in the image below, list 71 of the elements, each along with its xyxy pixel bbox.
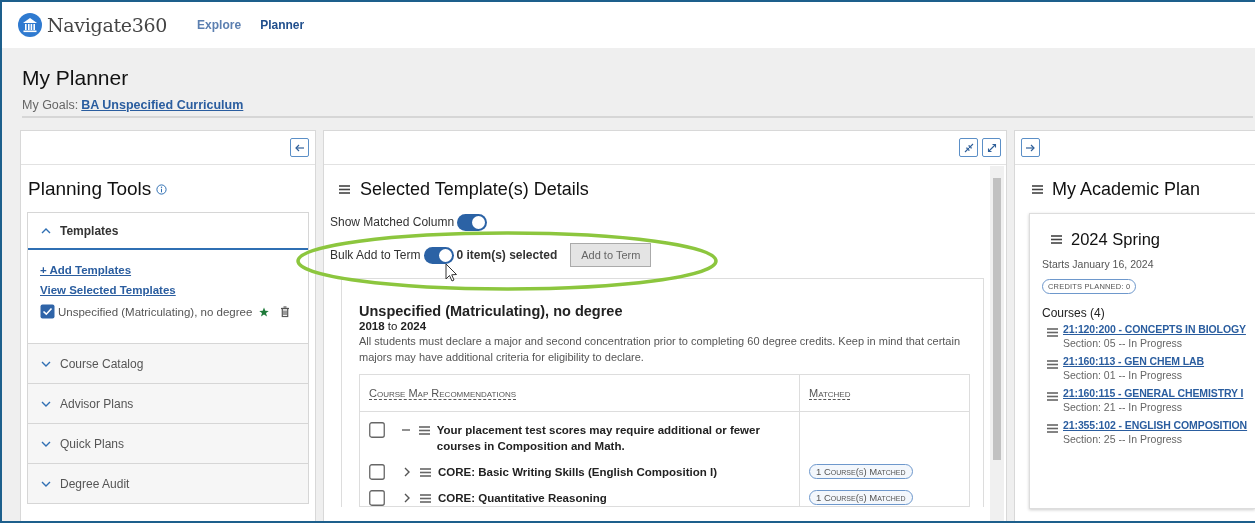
checkbox[interactable] xyxy=(369,422,385,438)
course-link[interactable]: 21:160:115 - GENERAL CHEMISTRY I xyxy=(1063,387,1244,399)
course-status: Section: 21 -- In Progress xyxy=(1063,401,1184,413)
requirement-text: Your placement test scores may require additional or fewer courses in Composition and Math. xyxy=(436,423,761,454)
arrow-left-icon xyxy=(294,142,305,153)
selection-count: 0 item(s) selected xyxy=(456,248,558,262)
scrollbar-thumb[interactable] xyxy=(993,178,1001,460)
course-link[interactable]: 21:355:102 - ENGLISH COMPOSITION xyxy=(1063,419,1248,431)
cursor-icon xyxy=(445,263,458,282)
column-header[interactable]: Course Map Recommendations xyxy=(359,374,800,412)
panel-title: Selected Template(s) Details xyxy=(360,179,589,200)
template-name: Unspecified (Matriculating), no degree xyxy=(58,305,254,318)
panel-title: My Academic Plan xyxy=(1052,179,1201,200)
accordion-header[interactable]: Degree Audit xyxy=(28,464,308,503)
page-title: My Planner xyxy=(22,66,130,90)
menu-icon[interactable] xyxy=(1046,390,1059,403)
checkbox[interactable] xyxy=(369,490,385,506)
menu-icon[interactable] xyxy=(419,466,432,479)
menu-icon[interactable] xyxy=(1031,183,1044,196)
course-link[interactable]: 21:160:113 - GEN CHEM LAB xyxy=(1063,355,1205,367)
expand-panel-button[interactable] xyxy=(1021,138,1040,157)
column-header[interactable]: Matched xyxy=(799,374,970,412)
menu-icon[interactable] xyxy=(1046,326,1059,339)
toggle-switch[interactable] xyxy=(457,213,488,231)
accordion-header[interactable]: Course Catalog xyxy=(28,344,308,383)
template-years: 2018 to 2024 xyxy=(359,320,428,332)
info-icon[interactable] xyxy=(156,183,168,195)
trash-icon[interactable] xyxy=(280,305,290,318)
course-status: Section: 01 -- In Progress xyxy=(1063,369,1184,381)
nav-link[interactable]: Planner xyxy=(260,18,305,32)
checkbox[interactable] xyxy=(369,464,385,480)
toggle-switch[interactable] xyxy=(423,246,454,264)
course-status: Section: 05 -- In Progress xyxy=(1063,337,1184,349)
checkbox[interactable] xyxy=(40,304,55,319)
panel-title: Planning Tools xyxy=(28,178,152,200)
template-name: Unspecified (Matriculating), no degree xyxy=(359,303,624,319)
term-title: 2024 Spring xyxy=(1071,230,1160,249)
compress-button[interactable] xyxy=(959,138,978,157)
nav-link[interactable]: Explore xyxy=(197,18,242,32)
link[interactable]: + Add Templates xyxy=(40,264,132,276)
arrow-right-icon xyxy=(1025,142,1036,153)
expand-icon xyxy=(986,142,997,153)
brand-name: Navigate360 xyxy=(47,14,168,36)
menu-icon[interactable] xyxy=(419,492,432,505)
expand-button[interactable] xyxy=(982,138,1001,157)
matched-badge: 1 Course(s) Matched xyxy=(809,464,913,479)
matched-badge: 1 Course(s) Matched xyxy=(809,490,913,505)
logo-icon xyxy=(18,13,42,37)
menu-icon[interactable] xyxy=(1046,358,1059,371)
accordion-header[interactable]: Quick Plans xyxy=(28,424,308,463)
link[interactable]: View Selected Templates xyxy=(40,284,176,296)
menu-icon[interactable] xyxy=(417,424,431,437)
course-status: Section: 25 -- In Progress xyxy=(1063,433,1184,445)
template-description: All students must declare a major and second concentration prior to completing 60 degree credits. Keep in mind that certain majors may have additional criteria for eligibility to declare. xyxy=(359,334,962,365)
goals-link[interactable]: BA Unspecified Curriculum xyxy=(81,98,244,112)
toggle-label: Show Matched Column xyxy=(330,215,455,229)
requirement-text: CORE: Quantitative Reasoning xyxy=(438,491,607,506)
course-link[interactable]: 21:120:200 - CONCEPTS IN BIOLOGY xyxy=(1063,323,1246,335)
collapse-button[interactable] xyxy=(290,138,309,157)
compress-icon xyxy=(963,142,974,153)
toggle-label: Bulk Add to Term xyxy=(330,248,421,262)
menu-icon[interactable] xyxy=(1050,233,1063,246)
courses-heading: Courses (4) xyxy=(1042,306,1106,320)
menu-icon[interactable] xyxy=(338,183,351,196)
menu-icon[interactable] xyxy=(1046,422,1059,435)
accordion-header[interactable]: Advisor Plans xyxy=(28,384,308,423)
requirement-text: CORE: Basic Writing Skills (English Composition I) xyxy=(438,465,717,480)
scrollbar[interactable] xyxy=(990,166,1004,521)
term-start-date: Starts January 16, 2024 xyxy=(1042,258,1155,270)
star-icon[interactable] xyxy=(259,306,269,317)
goals-label: My Goals: xyxy=(22,98,79,112)
